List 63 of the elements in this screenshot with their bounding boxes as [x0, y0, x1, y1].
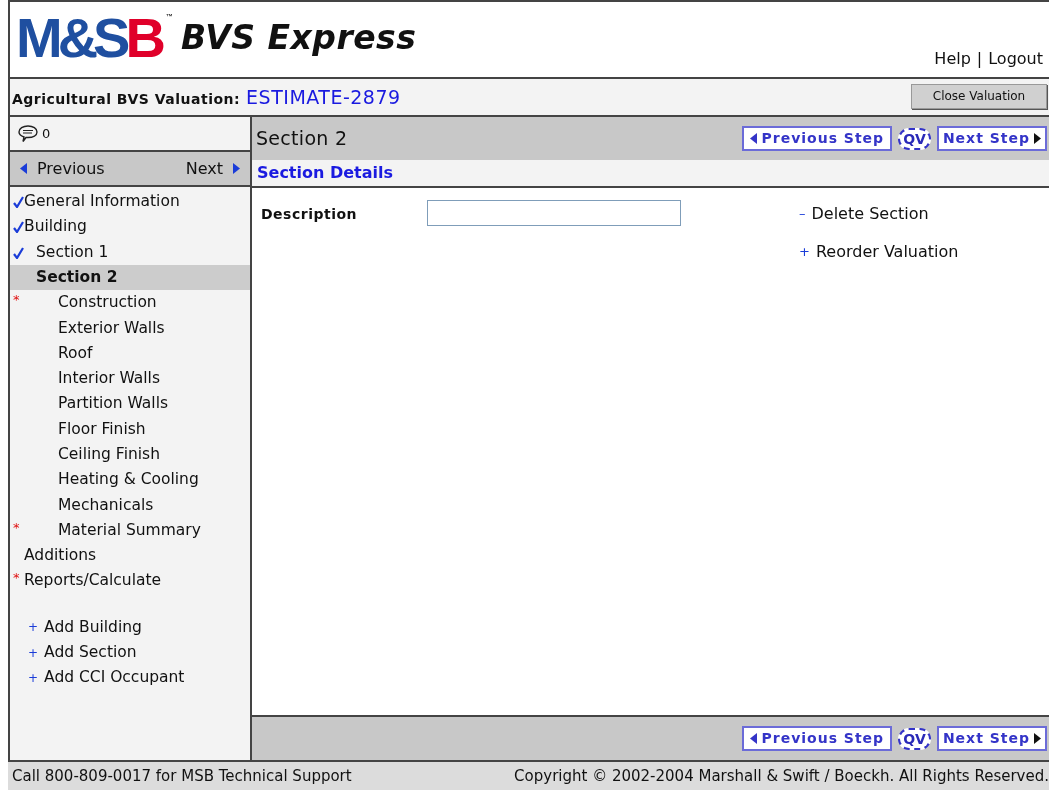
link-separator: | [976, 48, 983, 70]
nav-tree-item[interactable]: Roof [10, 340, 250, 367]
nav-tree-item[interactable]: Section 1 [10, 239, 250, 265]
section-subtitle: Section Details [257, 162, 393, 184]
header-link[interactable]: Help [934, 47, 971, 71]
plus-sign: + [28, 644, 39, 662]
comment-count: 0 [42, 124, 51, 143]
description-label: Description [261, 205, 359, 224]
header-link[interactable]: Logout [988, 47, 1043, 71]
nav-tree-item[interactable]: Section 2 [10, 264, 250, 291]
nav-tree-item[interactable]: Ceiling Finish [10, 441, 250, 468]
nav-tree-item[interactable]: Partition Walls [10, 391, 250, 417]
next-step-button[interactable]: Next Step [936, 726, 1047, 751]
nav-tree-item[interactable]: Additions [10, 543, 250, 569]
product-name: BVS Express [180, 17, 417, 60]
checkmark-icon [13, 196, 24, 208]
qv-badge[interactable]: QV [898, 127, 931, 150]
required-asterisk: * [13, 569, 20, 588]
nav-tree-item[interactable]: * Reports/Calculate [10, 568, 250, 594]
action-link[interactable]: Add Building [44, 615, 142, 639]
plus-sign: + [28, 670, 39, 687]
speech-bubble-icon[interactable] [18, 124, 38, 143]
close-valuation-button[interactable]: Close Valuation [911, 83, 1047, 109]
logo-letters: M&S [16, 13, 126, 63]
action-link[interactable]: Add CCI Occupant [44, 666, 185, 690]
action-sign: – [799, 204, 806, 223]
previous-link[interactable]: Previous [20, 156, 105, 181]
section-title: Section 2 [256, 126, 348, 152]
previous-step-button[interactable]: Previous Step [742, 126, 893, 151]
copyright-text: Copyright © 2002-2004 Marshall & Swift / Boeckh. All Rights Reserved. [514, 765, 1049, 787]
description-field[interactable] [427, 200, 681, 226]
right-triangle-icon [1034, 133, 1041, 144]
required-asterisk: * [13, 518, 20, 537]
nav-tree-item[interactable]: Building [10, 214, 250, 240]
logo-letters: B [125, 13, 161, 63]
left-triangle-icon [750, 733, 758, 744]
next-step-button[interactable]: Next Step [936, 126, 1047, 151]
plus-sign: + [28, 619, 39, 637]
nav-tree-item[interactable]: * Material Summary [10, 517, 250, 544]
checkmark-icon [13, 246, 24, 259]
action-link[interactable]: Delete Section [811, 201, 929, 226]
nav-tree-item[interactable]: Interior Walls [10, 366, 250, 392]
next-link[interactable]: Next [185, 156, 240, 181]
right-triangle-icon [1034, 733, 1041, 744]
valuation-type-label: Agricultural BVS Valuation: [12, 89, 241, 109]
action-link[interactable]: Reorder Valuation [815, 239, 959, 264]
previous-step-button[interactable]: Previous Step [742, 726, 893, 751]
left-triangle-icon [750, 133, 758, 144]
nav-tree-item[interactable]: Floor Finish [10, 416, 250, 442]
nav-tree-item[interactable]: General Information [10, 189, 250, 215]
action-link[interactable]: Add Section [44, 641, 137, 665]
nav-tree-item[interactable]: * Construction [10, 290, 250, 316]
nav-tree-item[interactable]: Mechanicals [10, 492, 250, 518]
nav-tree-item[interactable]: Heating & Cooling [10, 467, 250, 493]
left-triangle-icon [20, 163, 27, 174]
estimate-name: ESTIMATE-2879 [246, 84, 401, 110]
nav-tree-item[interactable]: Exterior Walls [10, 315, 250, 341]
qv-badge[interactable]: QV [898, 727, 931, 750]
checkmark-icon [13, 221, 24, 234]
support-text: Call 800-809-0017 for MSB Technical Support [12, 765, 352, 787]
action-sign: + [799, 242, 810, 261]
required-asterisk: * [13, 291, 20, 310]
right-triangle-icon [233, 163, 240, 174]
